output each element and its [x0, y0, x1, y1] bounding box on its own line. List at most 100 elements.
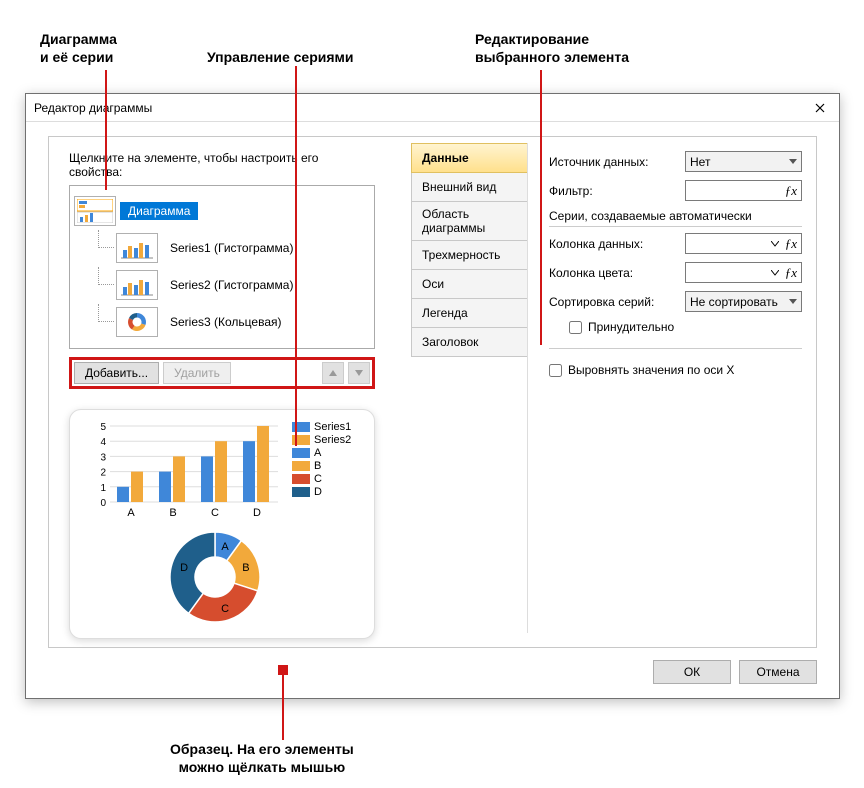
ok-button[interactable]: ОК [653, 660, 731, 684]
svg-text:1: 1 [100, 483, 106, 494]
tree-connector [98, 230, 114, 248]
tree-item-label: Series3 (Кольцевая) [162, 313, 290, 331]
row-sort: Сортировка серий: Не сортировать [549, 291, 802, 312]
tab-chart-area[interactable]: Область диаграммы [411, 201, 527, 241]
chevron-down-icon [789, 159, 797, 165]
annotation-edit-selected: Редактирование выбранного элемента [475, 30, 629, 66]
group-auto-series: Серии, создаваемые автоматически [549, 209, 802, 223]
tab-axes[interactable]: Оси [411, 269, 527, 299]
annotation-series-mgmt: Управление сериями [207, 48, 354, 66]
svg-text:2: 2 [100, 468, 106, 479]
dialog-title: Редактор диаграммы [34, 101, 152, 115]
align-x-label: Выровнять значения по оси X [568, 363, 734, 377]
svg-text:0: 0 [100, 498, 106, 509]
close-button[interactable] [807, 98, 833, 118]
tab-title[interactable]: Заголовок [411, 327, 527, 357]
data-source-select[interactable]: Нет [685, 151, 802, 172]
preview-bar-chart[interactable]: 012345ABCD [84, 420, 284, 520]
callout-marker [278, 665, 288, 675]
callout-line [295, 66, 297, 446]
legend-item[interactable]: C [292, 473, 351, 485]
filter-label: Фильтр: [549, 184, 679, 198]
tab-3d[interactable]: Трехмерность [411, 240, 527, 270]
dialog-buttons: ОК Отмена [653, 660, 817, 684]
fx-icon: ƒx [785, 183, 797, 199]
force-checkbox[interactable] [569, 321, 582, 334]
tree-connector [98, 267, 114, 285]
color-column-label: Колонка цвета: [549, 266, 679, 280]
data-column-label: Колонка данных: [549, 237, 679, 251]
tabs-column: Данные Внешний вид Область диаграммы Тре… [411, 143, 527, 356]
data-column-select[interactable]: ƒx [685, 233, 802, 254]
chevron-down-icon [771, 270, 779, 276]
chevron-down-icon [771, 241, 779, 247]
preview-legend[interactable]: Series1 Series2 A B C D [292, 420, 351, 499]
legend-item[interactable]: Series1 [292, 421, 351, 433]
row-filter: Фильтр: ƒx [549, 180, 802, 201]
tree-item-label: Series2 (Гистограмма) [162, 276, 301, 294]
tree-root-label[interactable]: Диаграмма [120, 202, 198, 220]
tab-data[interactable]: Данные [411, 143, 527, 173]
annotation-diagram-series: Диаграмма и её серии [40, 30, 117, 66]
annotation-preview: Образец. На его элементы можно щёлкать м… [170, 740, 354, 776]
tab-appearance[interactable]: Внешний вид [411, 172, 527, 202]
move-down-button[interactable] [348, 362, 370, 384]
chart-editor-dialog: Редактор диаграммы Щелкните на элементе,… [25, 93, 840, 699]
arrow-down-icon [354, 369, 364, 377]
add-series-button[interactable]: Добавить... [74, 362, 159, 384]
move-up-button[interactable] [322, 362, 344, 384]
tree-item-series3[interactable]: Series3 (Кольцевая) [98, 304, 370, 340]
force-label: Принудительно [588, 320, 674, 334]
legend-label: Series1 [314, 421, 351, 433]
preview-donut-chart[interactable]: ABCD [150, 522, 280, 632]
svg-text:A: A [127, 507, 135, 519]
tree-item-series2[interactable]: Series2 (Гистограмма) [98, 267, 370, 303]
bar-chart-icon [116, 270, 158, 300]
delete-series-button[interactable]: Удалить [163, 362, 231, 384]
svg-text:B: B [169, 507, 176, 519]
tab-legend[interactable]: Легенда [411, 298, 527, 328]
svg-text:4: 4 [100, 437, 106, 448]
chevron-down-icon [789, 299, 797, 305]
align-x-checkbox[interactable] [549, 364, 562, 377]
callout-line [282, 670, 284, 740]
chart-thumb-icon [74, 196, 116, 226]
tree-item-series1[interactable]: Series1 (Гистограмма) [98, 230, 370, 266]
legend-label: C [314, 473, 322, 485]
vertical-divider [527, 143, 528, 633]
row-color-column: Колонка цвета: ƒx [549, 262, 802, 283]
legend-item[interactable]: Series2 [292, 434, 351, 446]
data-source-label: Источник данных: [549, 155, 679, 169]
legend-item[interactable]: B [292, 460, 351, 472]
legend-label: B [314, 460, 321, 472]
tree-root[interactable]: Диаграмма [74, 193, 370, 229]
filter-input[interactable]: ƒx [685, 180, 802, 201]
sort-label: Сортировка серий: [549, 295, 679, 309]
legend-label: A [314, 447, 321, 459]
donut-chart-icon [116, 307, 158, 337]
svg-text:3: 3 [100, 452, 106, 463]
callout-line [105, 70, 107, 190]
chart-preview[interactable]: 012345ABCD Series1 Series2 A B C D ABCD [69, 409, 375, 639]
svg-text:D: D [180, 562, 188, 574]
color-column-select[interactable]: ƒx [685, 262, 802, 283]
sort-select[interactable]: Не сортировать [685, 291, 802, 312]
legend-item[interactable]: D [292, 486, 351, 498]
legend-item[interactable]: A [292, 447, 351, 459]
bar-chart-icon [116, 233, 158, 263]
close-icon [815, 103, 825, 113]
series-tree[interactable]: Диаграмма Series1 (Гистограмма) Series2 … [69, 185, 375, 349]
cancel-button[interactable]: Отмена [739, 660, 817, 684]
callout-line [540, 70, 542, 345]
svg-text:C: C [221, 603, 229, 615]
row-data-source: Источник данных: Нет [549, 151, 802, 172]
row-data-column: Колонка данных: ƒx [549, 233, 802, 254]
svg-text:B: B [242, 562, 249, 574]
select-value: Нет [690, 155, 710, 169]
left-column: Щелкните на элементе, чтобы настроить ег… [69, 151, 375, 639]
arrow-up-icon [328, 369, 338, 377]
row-align-x: Выровнять значения по оси X [549, 363, 802, 377]
properties-panel: Источник данных: Нет Фильтр: ƒx Серии, с… [549, 151, 802, 383]
svg-text:5: 5 [100, 422, 106, 433]
row-force: Принудительно [569, 320, 802, 334]
